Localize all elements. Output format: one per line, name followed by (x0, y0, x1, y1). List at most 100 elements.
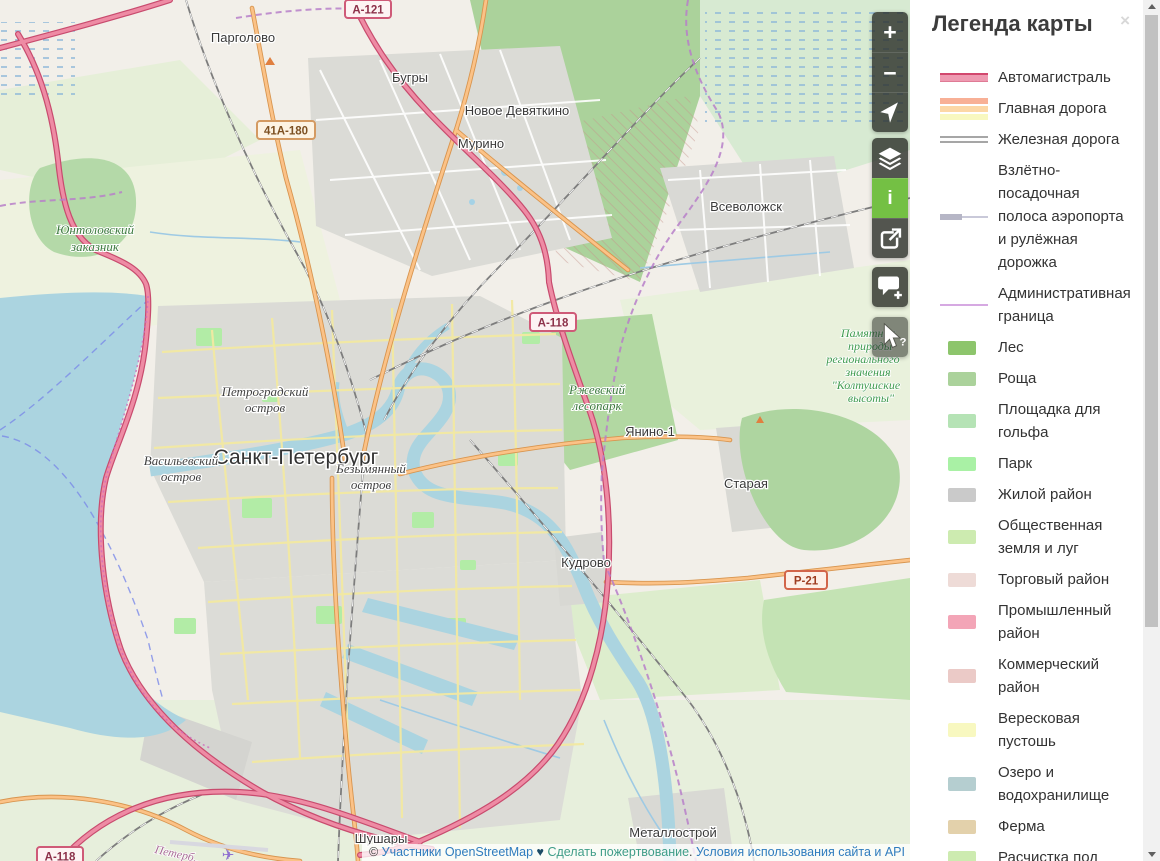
legend-item: Жилой район (910, 483, 1160, 506)
scrollbar-thumb[interactable] (1145, 15, 1158, 627)
query-features-button[interactable]: ? (872, 317, 908, 357)
road-badge: А-121 (345, 0, 391, 18)
scroll-up-arrow[interactable] (1143, 0, 1160, 15)
legend-swatch (948, 723, 976, 737)
map-label: Кудрово (561, 555, 611, 570)
map-label: Ржевский (568, 382, 625, 397)
legend-item: Железная дорога (910, 128, 1160, 151)
add-note-button[interactable] (872, 267, 908, 307)
legend-item: Торговый район (910, 568, 1160, 591)
close-icon[interactable]: × (1120, 12, 1130, 29)
legend-swatch (948, 372, 976, 386)
legend-item-label: Лес (998, 336, 1160, 359)
share-button[interactable] (872, 218, 908, 258)
legend-item: Административная граница (910, 282, 1160, 328)
road-badge: А-118 (530, 313, 576, 331)
legend-item-label: Площадка для гольфа (998, 398, 1160, 444)
legend-swatch (948, 820, 976, 834)
legend-item-label: Парк (998, 452, 1160, 475)
legend-item-label: Взлётно-посадочная полоса аэропорта и ру… (998, 159, 1160, 274)
legend-swatch (948, 573, 976, 587)
legend-item: Площадка для гольфа (910, 398, 1160, 444)
legend-swatch (948, 669, 976, 683)
attribution-bar: © Участники OpenStreetMap ♥ Сделать поже… (362, 844, 910, 861)
legend-item-label: Железная дорога (998, 128, 1160, 151)
legend-item: Лес (910, 336, 1160, 359)
legend-item: Вересковая пустошь (910, 707, 1160, 753)
info-icon: i (887, 188, 892, 209)
terms-link[interactable]: Условия использования сайта и API (696, 845, 905, 859)
legend-swatch (948, 615, 976, 629)
map-label: остров (161, 469, 202, 484)
layer-control-group: i (872, 138, 908, 258)
legend-item-label: Вересковая пустошь (998, 707, 1160, 753)
road-badge: 41А-180 (257, 121, 315, 139)
locate-arrow-icon (872, 98, 908, 128)
copyright-text: © (369, 845, 382, 859)
note-control-group (872, 267, 908, 307)
share-icon (872, 222, 908, 256)
map-label: Всеволожск (710, 199, 782, 214)
map-label: Новое Девяткино (465, 103, 570, 118)
map-label: Металлострой (629, 825, 717, 840)
legend-item: Общественная земля и луг (910, 514, 1160, 560)
map-key-button[interactable]: i (872, 178, 908, 218)
legend-item-label: Озеро и водохранилище (998, 761, 1160, 807)
zoom-control-group: + − (872, 12, 908, 132)
map-label: остров (245, 400, 286, 415)
legend-item: Озеро и водохранилище (910, 761, 1160, 807)
map-label: Мурино (458, 136, 504, 151)
map-label: Янино-1 (625, 424, 675, 439)
legend-item-label: Автомагистраль (998, 66, 1160, 89)
map-label: значения (844, 365, 890, 379)
legend-swatch (948, 530, 976, 544)
donate-link[interactable]: Сделать пожертвование (547, 845, 689, 859)
legend-item-label: Торговый район (998, 568, 1160, 591)
note-bubble-icon (872, 268, 908, 306)
legend-scrollbar[interactable] (1143, 0, 1160, 861)
road-badge: А-118 (37, 847, 83, 861)
layers-icon (872, 141, 908, 175)
map-label: остров (351, 477, 392, 492)
legend-item: Промышленный район (910, 599, 1160, 645)
plus-icon: + (883, 19, 896, 45)
legend-swatch (940, 304, 988, 306)
svg-text:А-118: А-118 (45, 852, 76, 861)
question-mark-glyph: ? (900, 337, 907, 349)
legend-swatch (948, 851, 976, 861)
legend-item: Расчистка под (910, 846, 1160, 861)
legend-swatch (948, 414, 976, 428)
map-canvas[interactable]: ✈ ПарголовоБугрыНовое ДевяткиноМуриноВсе… (0, 0, 910, 861)
zoom-out-button[interactable]: − (872, 52, 908, 92)
svg-text:41А-180: 41А-180 (264, 126, 308, 138)
legend-item-label: Общественная земля и луг (998, 514, 1160, 560)
map-label: Юнтоловский (55, 222, 135, 237)
layers-button[interactable] (872, 138, 908, 178)
legend-swatch (948, 777, 976, 791)
map-label: высоты" (848, 391, 895, 405)
contributors-link[interactable]: Участники OpenStreetMap (382, 845, 533, 859)
heart-icon: ♥ (533, 845, 547, 859)
map-label: заказник (70, 239, 120, 254)
legend-item-label: Коммерческий район (998, 653, 1160, 699)
legend-panel: Легенда карты × АвтомагистральГлавная до… (910, 0, 1160, 861)
legend-swatch (940, 136, 988, 143)
map-label: Бугры (392, 70, 428, 85)
legend-swatch (948, 457, 976, 471)
legend-swatch (948, 488, 976, 502)
legend-item-label: Административная граница (998, 282, 1160, 328)
map-label: Васильевский (144, 453, 219, 468)
legend-swatch (940, 98, 988, 120)
legend-items: АвтомагистральГлавная дорогаЖелезная дор… (910, 66, 1160, 861)
legend-item: Взлётно-посадочная полоса аэропорта и ру… (910, 159, 1160, 274)
locate-button[interactable] (872, 92, 908, 132)
zoom-in-button[interactable]: + (872, 12, 908, 52)
scroll-down-arrow[interactable] (1143, 846, 1160, 861)
minus-icon: − (883, 60, 896, 86)
legend-swatch (948, 341, 976, 355)
map-label: Старая (724, 476, 768, 491)
separator-text: . (689, 845, 696, 859)
map-label: Безымянный (335, 461, 406, 476)
svg-text:Р-21: Р-21 (794, 576, 819, 588)
legend-swatch (940, 73, 988, 82)
